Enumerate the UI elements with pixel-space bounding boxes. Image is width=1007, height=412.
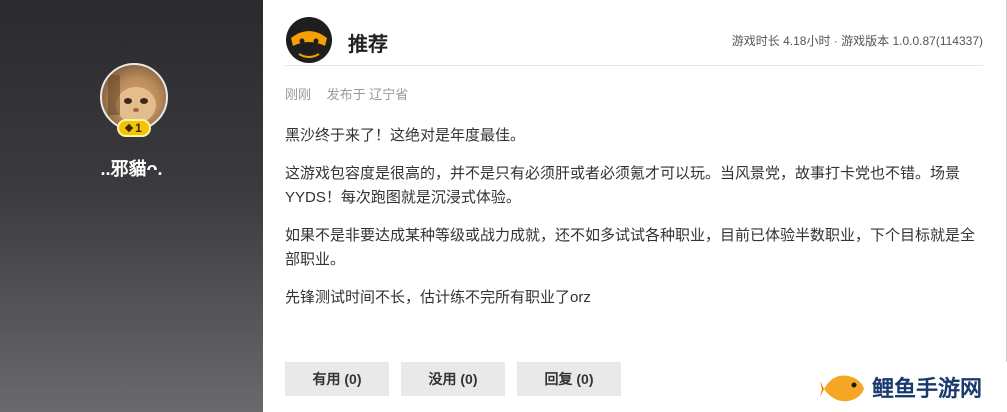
review-card: 推荐 游戏时长 4.18小时 · 游戏版本 1.0.0.87(114337) 刚… — [263, 0, 1007, 412]
review-paragraph: 先锋测试时间不长，估计练不完所有职业了orz — [285, 289, 591, 306]
avatar-wrap[interactable]: 1 — [100, 63, 168, 137]
post-meta: 刚刚 发布于 辽宁省 — [285, 84, 408, 103]
post-location: 发布于 辽宁省 — [326, 87, 409, 102]
review-body: 黑沙终于来了！这绝对是年度最佳。 这游戏包容度是很高的，并不是只有必须肝或者必须… — [285, 124, 985, 324]
useful-button[interactable]: 有用 (0) — [285, 362, 389, 396]
level-badge: 1 — [117, 119, 151, 137]
review-paragraph: 黑沙终于来了！这绝对是年度最佳。 — [285, 127, 526, 144]
user-panel: 1 ..邪貓ᴖ. — [0, 0, 263, 412]
carp-logo-icon — [820, 375, 864, 402]
recommend-tag: 推荐 — [348, 34, 388, 56]
review-header: 推荐 游戏时长 4.18小时 · 游戏版本 1.0.0.87(114337) — [285, 14, 983, 66]
site-watermark: 鲤鱼手游网 — [808, 362, 1007, 412]
review-paragraph: 如果不是非要达成某种等级或战力成就，还不如多试试各种职业，目前已体验半数职业，下… — [285, 227, 976, 268]
watermark-text: 鲤鱼手游网 — [872, 376, 983, 401]
useless-button[interactable]: 没用 (0) — [401, 362, 505, 396]
playtime-info: 游戏时长 4.18小时 · 游戏版本 1.0.0.87(114337) — [731, 34, 983, 48]
reply-button[interactable]: 回复 (0) — [517, 362, 621, 396]
level-value: 1 — [135, 121, 142, 135]
username[interactable]: ..邪貓ᴖ. — [0, 155, 263, 181]
post-time: 刚刚 — [285, 87, 312, 102]
review-actions: 有用 (0) 没用 (0) 回复 (0) — [285, 362, 621, 396]
review-paragraph: 这游戏包容度是很高的，并不是只有必须肝或者必须氪才可以玩。当风景党，故事打卡党也… — [285, 165, 961, 206]
game-logo-icon — [286, 17, 332, 63]
